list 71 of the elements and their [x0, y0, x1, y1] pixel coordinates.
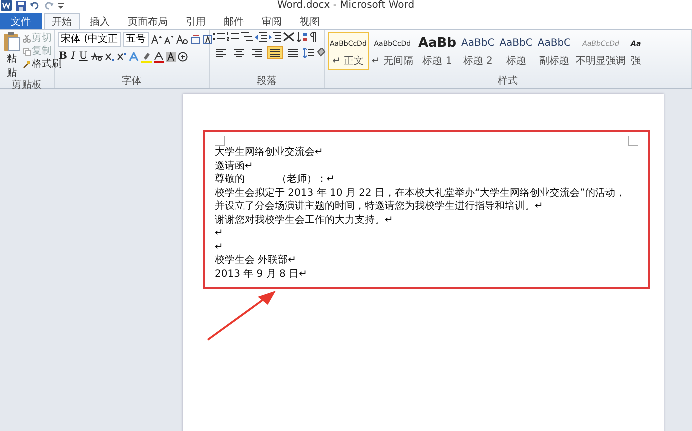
- font-color-icon[interactable]: [154, 52, 164, 62]
- align-button[interactable]: [213, 46, 229, 59]
- enclosed-character-icon[interactable]: [178, 52, 188, 62]
- file-tab[interactable]: 文件: [0, 13, 42, 29]
- document-text-line: 校学生会拟定于 2013 年 10 月 22 日，在本校大礼堂举办“大学生网络创业交流会”的活动，: [215, 186, 626, 200]
- customize-dropdown-icon[interactable]: [58, 2, 64, 10]
- ribbon-tab[interactable]: 视图: [292, 13, 328, 29]
- ribbon-tab[interactable]: 开始: [44, 13, 80, 29]
- margin-corner-mark: [215, 136, 225, 146]
- italic-button[interactable]: I: [70, 51, 76, 63]
- highlighter-icon[interactable]: [140, 52, 152, 62]
- change-case-icon[interactable]: [176, 34, 190, 44]
- sort-icon[interactable]: [297, 32, 308, 42]
- ribbon-tab[interactable]: 插入: [82, 13, 118, 29]
- clear-formatting-icon[interactable]: [203, 34, 214, 44]
- ribbon-tab[interactable]: 邮件: [216, 13, 252, 29]
- scissors-icon: [23, 34, 31, 42]
- ribbon-tab[interactable]: 页面布局: [120, 13, 176, 29]
- align-button[interactable]: [231, 46, 247, 59]
- copy-icon: [23, 48, 31, 56]
- document-text-line: 谢谢您对我校学生会工作的大力支持。↵: [215, 214, 394, 227]
- align-button[interactable]: [285, 46, 301, 59]
- style-gallery-item[interactable]: AaBbC 副标题: [536, 32, 574, 70]
- document-text-line: 2013 年 9 月 8 日↵: [215, 268, 308, 281]
- document-text-line: 尊敬的 （老师）：↵: [215, 173, 336, 186]
- bullet-list-icon[interactable]: [213, 32, 225, 42]
- font-size-field[interactable]: 五号: [123, 32, 150, 47]
- multilevel-list-icon[interactable]: [241, 32, 253, 42]
- asian-layout-icon[interactable]: [283, 32, 295, 42]
- document-text-line: ↵: [215, 240, 224, 254]
- font-name-field[interactable]: 宋体 (中文正: [58, 32, 122, 47]
- increase-indent-icon[interactable]: [269, 32, 281, 42]
- group-label: 剪贴板: [11, 80, 43, 92]
- document-text-line: 大学生网络创业交流会↵: [215, 146, 324, 160]
- decrease-indent-icon[interactable]: [255, 32, 267, 42]
- paintbrush-icon: [23, 60, 31, 68]
- group-label: 段落: [256, 76, 278, 88]
- superscript-icon[interactable]: [116, 52, 127, 62]
- annotation-arrow: [207, 291, 276, 341]
- style-gallery-item[interactable]: AaBbC 标题 2: [460, 32, 497, 70]
- save-icon[interactable]: [16, 0, 26, 10]
- ribbon-tab[interactable]: 审阅: [254, 13, 290, 29]
- clipboard-icon: [3, 32, 21, 52]
- style-gallery-item[interactable]: AaBb 标题 1: [416, 32, 459, 70]
- shading-icon[interactable]: [316, 48, 326, 58]
- paste-button[interactable]: 粘贴: [3, 32, 21, 80]
- subscript-icon[interactable]: [104, 52, 115, 62]
- align-button[interactable]: [267, 46, 283, 59]
- paragraph-mark-icon[interactable]: [310, 32, 318, 42]
- style-gallery-item[interactable]: AaBbC 标题: [498, 32, 535, 70]
- group-label: 样式: [497, 76, 519, 88]
- window-title: Word.docx - Microsoft Word: [277, 0, 415, 11]
- ribbon-tab[interactable]: 引用: [178, 13, 214, 29]
- strikethrough-icon[interactable]: [90, 52, 103, 62]
- document-text-line: 并设立了分会场演讲主题的时间，特邀请您为我校学生进行指导和培训。↵: [215, 200, 544, 214]
- align-button[interactable]: [249, 46, 265, 59]
- shrink-font-icon[interactable]: [164, 34, 174, 44]
- group-label: 字体: [121, 76, 143, 88]
- numbered-list-icon[interactable]: [227, 32, 239, 42]
- grow-font-icon[interactable]: [151, 34, 162, 44]
- undo-icon[interactable]: [30, 0, 40, 10]
- format-painter-button[interactable]: 格式刷: [23, 58, 62, 71]
- underline-button[interactable]: U: [78, 51, 89, 63]
- document-text-line: 校学生会 外联部↵: [215, 254, 297, 268]
- document-text-line: ↵: [215, 227, 224, 240]
- document-text-line: 邀请函↵: [215, 160, 254, 173]
- phonetic-guide-icon[interactable]: [191, 34, 202, 44]
- margin-corner-mark: [628, 136, 638, 146]
- word-app-icon[interactable]: [1, 0, 12, 11]
- line-spacing-icon[interactable]: [303, 48, 314, 58]
- character-shading-icon[interactable]: [166, 52, 176, 62]
